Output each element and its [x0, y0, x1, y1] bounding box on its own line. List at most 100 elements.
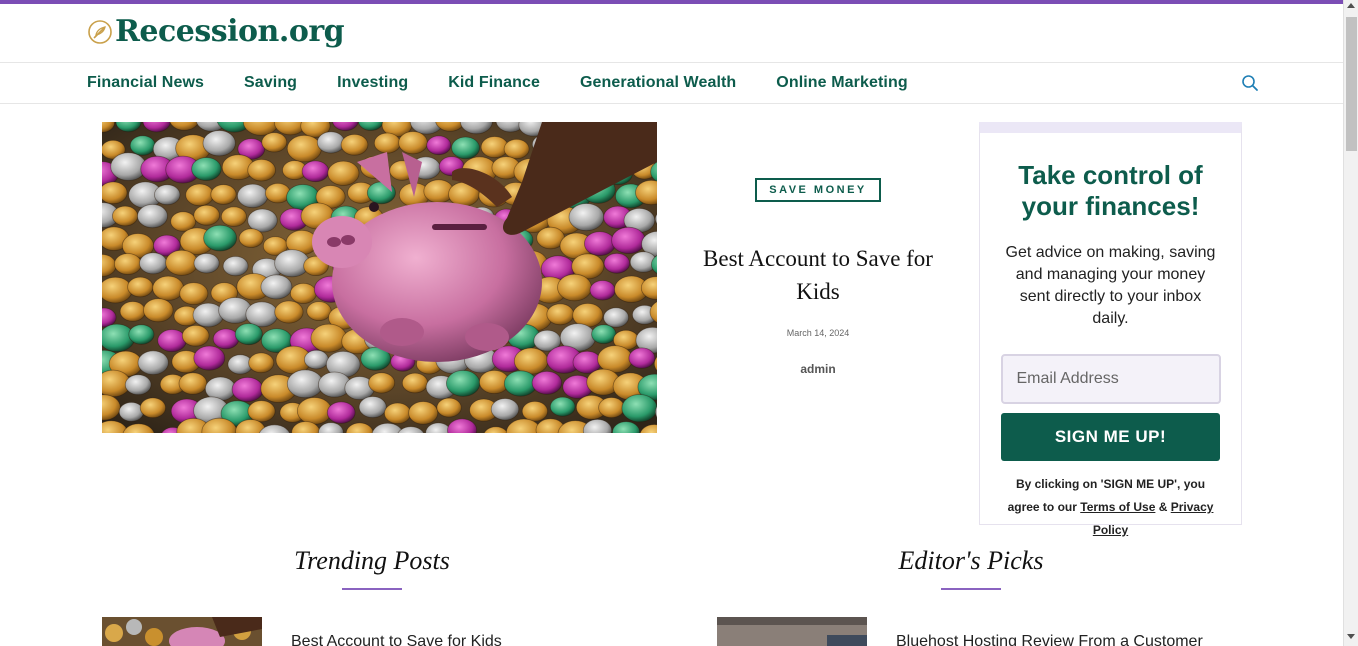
newsletter-signup: Take control of your finances! Get advic…	[979, 122, 1242, 537]
coin	[248, 352, 275, 374]
coin	[113, 253, 142, 275]
coin	[153, 184, 181, 206]
coin	[137, 350, 169, 376]
coin	[589, 280, 616, 301]
coin	[157, 329, 187, 353]
editors-pick-thumbnail[interactable]	[717, 617, 867, 646]
coin	[326, 401, 356, 424]
coin	[340, 133, 369, 156]
coin	[289, 282, 317, 304]
coin	[591, 324, 617, 345]
coin	[139, 397, 167, 419]
coin	[124, 374, 152, 396]
coin	[261, 132, 288, 153]
nav-item-saving[interactable]: Saving	[244, 74, 297, 92]
terms-of-use-link[interactable]: Terms of Use	[1080, 500, 1155, 514]
coin	[426, 135, 452, 156]
coin	[185, 183, 215, 207]
coin	[373, 132, 401, 154]
coin	[193, 204, 220, 226]
coin	[129, 135, 156, 156]
site-name: Recession.org	[115, 14, 345, 49]
coin	[301, 160, 330, 183]
coin	[165, 249, 199, 276]
nav-item-kid-finance[interactable]: Kid Finance	[448, 74, 540, 92]
coin	[286, 369, 324, 399]
coin	[603, 252, 631, 274]
piggy-bank-coins-image	[102, 122, 657, 433]
signup-title: Take control of your finances!	[1018, 160, 1203, 221]
coin	[191, 157, 222, 181]
coin	[557, 273, 592, 302]
coin	[490, 398, 520, 421]
coin	[102, 276, 133, 304]
signup-legal: By clicking on 'SIGN ME UP', you agree t…	[980, 473, 1241, 542]
sign-up-button[interactable]: SIGN ME UP!	[1001, 413, 1220, 461]
trending-post-title[interactable]: Best Account to Save for Kids	[291, 633, 502, 646]
coin	[368, 372, 396, 394]
coin	[436, 397, 462, 418]
coin	[296, 397, 333, 425]
main-nav: Financial News Saving Investing Kid Fina…	[0, 62, 1343, 104]
coin	[238, 228, 264, 248]
editors-pick-title[interactable]: Bluehost Hosting Review From a Customer	[896, 633, 1203, 646]
coin	[286, 134, 322, 163]
coin	[451, 136, 481, 160]
coin	[358, 396, 387, 419]
editors-picks-title: Editor's Picks	[898, 546, 1044, 575]
coin	[366, 181, 396, 205]
nav-item-generational-wealth[interactable]: Generational Wealth	[580, 74, 736, 92]
coin	[237, 183, 269, 209]
coin	[531, 370, 563, 395]
coin	[310, 323, 348, 353]
coin	[383, 402, 412, 425]
coin	[112, 205, 139, 227]
coin	[234, 323, 263, 346]
coin	[603, 307, 629, 328]
scroll-up-icon[interactable]	[1347, 3, 1355, 8]
coin	[568, 203, 605, 232]
hero-title[interactable]: Best Account to Save for Kids	[690, 242, 946, 308]
trending-posts-header: Trending Posts	[272, 546, 472, 590]
coin	[127, 276, 154, 298]
hero-image[interactable]	[102, 122, 657, 433]
coin	[521, 400, 548, 422]
coin	[316, 131, 346, 154]
coin	[398, 131, 428, 155]
coin	[137, 204, 168, 229]
trending-post-thumbnail[interactable]	[102, 617, 262, 646]
coin	[303, 349, 329, 370]
trending-posts-title: Trending Posts	[294, 546, 450, 575]
hero-date: March 14, 2024	[786, 328, 850, 338]
search-icon[interactable]	[1240, 73, 1260, 93]
signup-description: Get advice on making, saving and managin…	[1005, 244, 1216, 327]
coin	[597, 345, 633, 374]
editors-picks-header: Editor's Picks	[871, 546, 1071, 590]
nav-item-online-marketing[interactable]: Online Marketing	[776, 74, 907, 92]
scrollbar-thumb[interactable]	[1346, 17, 1357, 151]
coin	[128, 324, 155, 345]
coin	[119, 301, 146, 322]
section-divider	[342, 588, 402, 590]
laptop-thumbnail-image	[717, 617, 867, 646]
nav-item-investing[interactable]: Investing	[337, 74, 408, 92]
scroll-down-icon[interactable]	[1347, 634, 1355, 639]
coin	[212, 328, 240, 350]
coin	[247, 400, 276, 423]
coin	[274, 300, 304, 324]
nav-item-financial-news[interactable]: Financial News	[87, 74, 204, 92]
coin	[193, 253, 220, 274]
coin	[118, 401, 145, 422]
coin	[210, 184, 237, 205]
hero-author[interactable]: admin	[690, 362, 946, 376]
coin	[546, 303, 575, 326]
category-badge[interactable]: SAVE MONEY	[755, 178, 881, 202]
coin	[139, 252, 168, 275]
page-scrollbar[interactable]	[1343, 0, 1358, 646]
coin	[611, 226, 646, 255]
coin	[513, 347, 549, 375]
coin	[245, 301, 279, 328]
site-logo[interactable]: Recession.org	[87, 14, 345, 49]
coin	[401, 372, 429, 394]
email-field[interactable]	[1000, 354, 1221, 404]
